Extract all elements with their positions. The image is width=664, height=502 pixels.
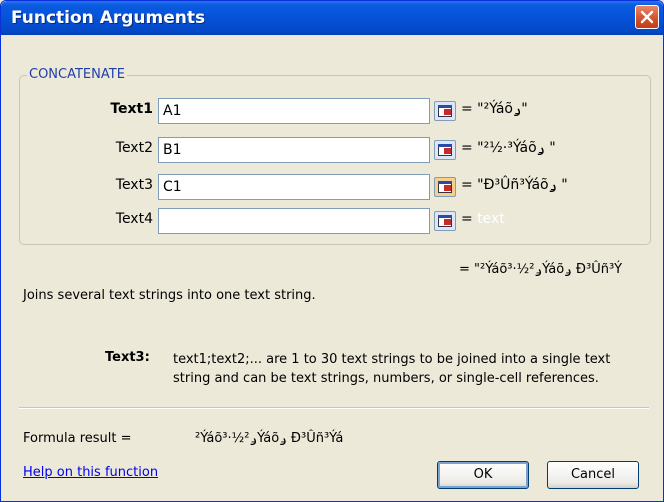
dialog-title: Function Arguments: [11, 8, 206, 28]
function-arguments-dialog: Function Arguments CONCATENATE Text1 = "…: [0, 0, 664, 502]
text1-collapse-button[interactable]: [434, 101, 456, 121]
ok-button[interactable]: OK: [437, 461, 529, 489]
text2-result: = "²½·³Ýáõݛ ": [461, 140, 556, 156]
argument-help-text: text1;text2;... are 1 to 30 text strings…: [173, 352, 611, 386]
help-on-function-link[interactable]: Help on this function: [23, 465, 158, 480]
text4-input[interactable]: [158, 208, 430, 234]
text2-collapse-button[interactable]: [434, 140, 456, 160]
text4-collapse-button[interactable]: [434, 211, 456, 231]
text1-result: = "²Ýáõݛ": [461, 101, 528, 117]
text3-input[interactable]: [158, 174, 430, 200]
text2-label: Text2: [115, 140, 153, 156]
close-icon: [640, 10, 654, 24]
text1-label: Text1: [110, 101, 153, 117]
text3-result: = "Ð³Ûñ³Ýáõݛ ": [461, 177, 568, 193]
text4-result-prefix: =: [461, 211, 473, 227]
text4-result: = text: [461, 211, 505, 227]
close-button[interactable]: [635, 5, 659, 29]
function-description: Joins several text strings into one text…: [23, 288, 316, 303]
formula-result-label: Formula result =: [23, 431, 132, 446]
cancel-button[interactable]: Cancel: [547, 461, 639, 489]
text3-collapse-button[interactable]: [434, 177, 456, 197]
function-name: CONCATENATE: [27, 67, 127, 82]
divider: [19, 407, 649, 409]
overall-result: = "²Ýáõݛ²½·³Ýáõݛ Ð³Ûñ³Ý: [459, 262, 623, 277]
title-bar[interactable]: Function Arguments: [1, 1, 663, 35]
text3-label: Text3: [115, 177, 153, 193]
formula-result-value: ²Ýáõݛ²½·³Ýáõݛ Ð³Ûñ³Ýá: [195, 431, 344, 446]
text4-result-hint: text: [477, 211, 505, 227]
text2-input[interactable]: [158, 137, 430, 163]
argument-help-name: Text3:: [105, 350, 150, 365]
text1-input[interactable]: [158, 98, 430, 124]
text4-label: Text4: [115, 211, 153, 227]
